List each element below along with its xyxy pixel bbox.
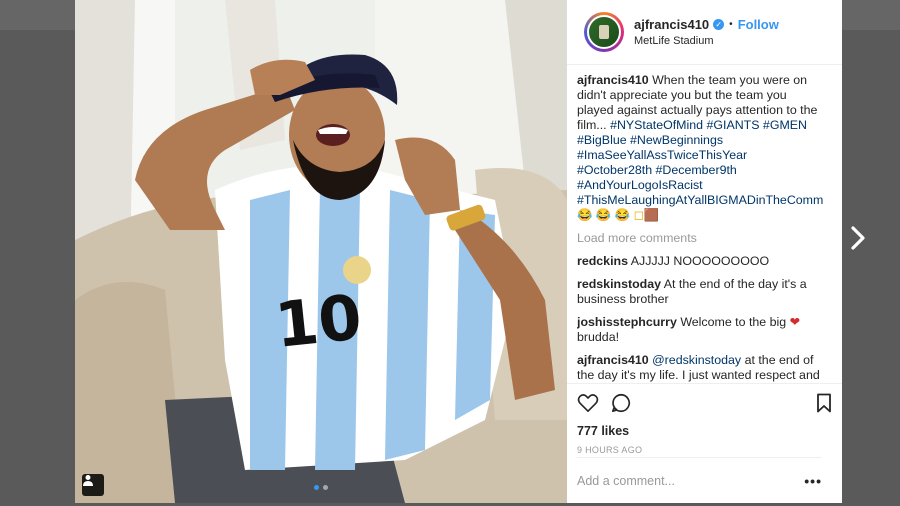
verified-badge-icon: ✓ [713, 19, 725, 30]
likes-count[interactable]: 777 likes [577, 424, 832, 438]
header-row: ajfrancis410 ✓ • Follow [634, 17, 779, 32]
comment-username[interactable]: joshisstephcurry [577, 315, 677, 329]
post-sidebar: ajfrancis410 ✓ • Follow MetLife Stadium … [567, 0, 842, 503]
post-username[interactable]: ajfrancis410 [634, 17, 709, 32]
more-options-button[interactable]: ••• [804, 473, 822, 489]
comment-input[interactable] [577, 473, 787, 488]
comment-text-after: brudda! [577, 330, 620, 344]
person-icon [83, 475, 93, 486]
post-timestamp[interactable]: 9 HOURS AGO [577, 445, 832, 455]
comments-list[interactable]: ajfrancis410 When the team you were on d… [577, 73, 823, 383]
list-item: ajfrancis410 @redskinstoday at the end o… [577, 353, 823, 383]
avatar-figure [599, 25, 609, 39]
post-photo[interactable]: 10 [75, 0, 567, 503]
comment-username[interactable]: ajfrancis410 [577, 353, 649, 367]
carousel-dot-2[interactable] [323, 485, 328, 490]
heart-outline-icon[interactable] [577, 393, 599, 413]
list-item: redskinstoday At the end of the day it's… [577, 277, 823, 307]
action-icons [577, 392, 832, 414]
carousel-dot-1[interactable] [314, 485, 319, 490]
avatar-image [587, 15, 621, 49]
post-location[interactable]: MetLife Stadium [634, 35, 779, 47]
follow-button[interactable]: Follow [738, 17, 779, 32]
caption-hashtags[interactable]: #NYStateOfMind #GIANTS #GMEN #BigBlue #N… [577, 118, 823, 207]
avatar[interactable] [584, 12, 624, 52]
red-heart-emoji: ❤ [789, 315, 800, 329]
list-item: redckins AJJJJJ NOOOOOOOOO [577, 254, 823, 269]
list-item: joshisstephcurry Welcome to the big ❤ br… [577, 315, 823, 345]
comment-username[interactable]: redskinstoday [577, 277, 661, 291]
post-header: ajfrancis410 ✓ • Follow MetLife Stadium [567, 0, 842, 65]
caption-username[interactable]: ajfrancis410 [577, 73, 649, 87]
user-tags-button[interactable] [82, 474, 104, 496]
comment-username[interactable]: redckins [577, 254, 628, 268]
header-separator: • [729, 19, 733, 30]
header-text: ajfrancis410 ✓ • Follow MetLife Stadium [634, 17, 779, 47]
carousel-indicator [314, 485, 328, 490]
post-actions: 777 likes 9 HOURS AGO [567, 383, 842, 455]
svg-text:10: 10 [272, 280, 365, 362]
post-modal: 10 ajfrancis410 ✓ • Follow MetLife Stadi… [75, 0, 842, 503]
add-comment-bar: ••• [577, 457, 822, 503]
caption: ajfrancis410 When the team you were on d… [577, 73, 823, 223]
chevron-right-icon[interactable] [849, 225, 867, 251]
load-more-comments-button[interactable]: Load more comments [577, 231, 823, 246]
comment-text: Welcome to the big [680, 315, 787, 329]
comment-text: AJJJJJ NOOOOOOOOO [630, 254, 770, 268]
bookmark-icon[interactable] [816, 393, 832, 413]
caption-emoji: 😂 😂 😂 ◻🟫 [577, 208, 660, 222]
photo-illustration: 10 [75, 0, 567, 503]
comment-mention[interactable]: @redskinstoday [652, 353, 741, 367]
speech-bubble-icon[interactable] [610, 392, 632, 414]
